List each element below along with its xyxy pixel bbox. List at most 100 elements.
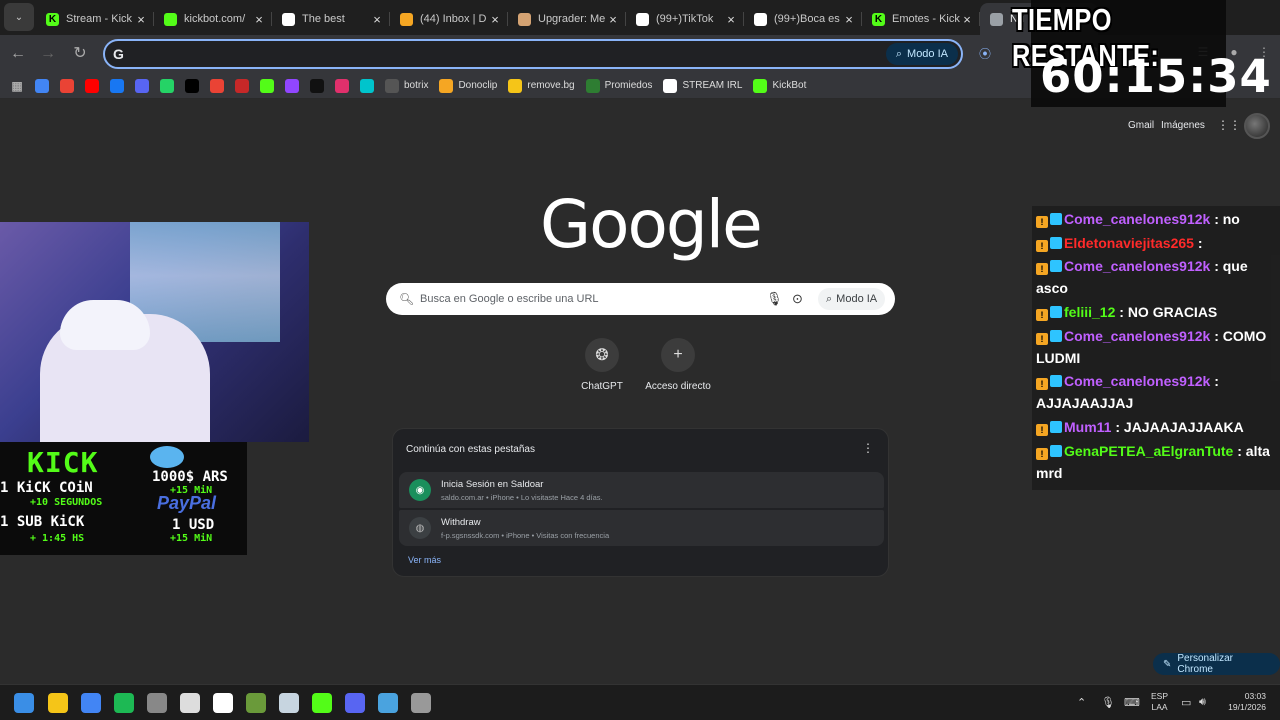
- images-link[interactable]: Imágenes: [1161, 120, 1205, 131]
- bookmark-item[interactable]: KickBot: [753, 78, 806, 93]
- cube-icon[interactable]: [411, 693, 431, 713]
- system-clock[interactable]: 03:03 19/1/2026: [1224, 691, 1266, 713]
- chat-text: : NO GRACIAS: [1115, 304, 1218, 321]
- badge-icon: !: [1036, 216, 1048, 228]
- bookmark-item[interactable]: [235, 78, 249, 93]
- bookmark-item[interactable]: [160, 78, 174, 93]
- close-icon[interactable]: ×: [606, 12, 620, 27]
- kick-icon[interactable]: [312, 693, 332, 713]
- shortcut-chatgpt[interactable]: ❂ ChatGPT: [562, 338, 642, 392]
- spotify-icon[interactable]: [114, 693, 134, 713]
- obs-icon[interactable]: [180, 693, 200, 713]
- grid-icon: ▦: [11, 78, 23, 93]
- tab-item[interactable]: K Emotes - Kick ×: [862, 3, 980, 35]
- windows-icon[interactable]: [14, 693, 34, 713]
- clock-time: 03:03: [1244, 691, 1266, 701]
- minecraft-icon[interactable]: [246, 693, 266, 713]
- tab-title: Stream - Kick: [66, 13, 133, 25]
- modo-ia-label: Modo IA: [907, 48, 948, 60]
- bookmark-item[interactable]: [35, 78, 49, 93]
- bookmark-item[interactable]: remove.bg: [508, 78, 575, 93]
- continue-item-saldoar[interactable]: ◉ Inicia Sesión en Saldoar saldo.com.ar …: [399, 472, 884, 508]
- microphone-icon[interactable]: 🎙︎: [766, 291, 783, 307]
- gmail-link[interactable]: Gmail: [1128, 120, 1154, 131]
- photos-icon[interactable]: [378, 693, 398, 713]
- bookmark-item[interactable]: [260, 78, 274, 93]
- kick-icon: K: [46, 12, 59, 26]
- bookmark-label: Promiedos: [604, 80, 653, 91]
- chat-username: Mum11: [1064, 419, 1112, 436]
- reload-button[interactable]: ↻: [70, 44, 90, 64]
- bookmark-item[interactable]: botrix: [385, 78, 429, 93]
- badge-icon: [1050, 375, 1062, 388]
- search-box[interactable]: 🔍︎ 🎙︎ ⊙ ⌕ Modo IA: [386, 283, 895, 315]
- tf-icon[interactable]: [213, 693, 233, 713]
- close-icon[interactable]: ×: [134, 12, 148, 27]
- forward-button[interactable]: →: [38, 44, 58, 64]
- bookmark-item[interactable]: [135, 78, 149, 93]
- tab-item[interactable]: The best ×: [272, 3, 390, 35]
- close-icon[interactable]: ×: [960, 12, 974, 27]
- chat-text: : no: [1210, 211, 1240, 227]
- folder-icon[interactable]: [48, 693, 68, 713]
- bookmark-label: botrix: [404, 80, 429, 91]
- bookmark-item[interactable]: [60, 78, 74, 93]
- tab-item[interactable]: (44) Inbox | D ×: [390, 3, 508, 35]
- chat-message: ! Come_canelones912k : que asco: [1036, 255, 1276, 299]
- shortcut-add[interactable]: + Acceso directo: [638, 338, 718, 392]
- close-icon[interactable]: ×: [724, 12, 738, 27]
- more-options-icon[interactable]: ⋮: [862, 441, 874, 455]
- microphone-icon[interactable]: 🎙︎: [1101, 696, 1115, 709]
- bookmark-item[interactable]: Promiedos: [585, 78, 653, 93]
- volume-icon[interactable]: 🔊︎: [1199, 696, 1206, 709]
- usd-bonus: +15 MiN: [170, 533, 213, 544]
- tab-item[interactable]: (99+)Boca es ×: [744, 3, 862, 35]
- whatsapp-icon: [160, 78, 174, 93]
- tiktok-icon: [754, 12, 767, 26]
- bookmark-item[interactable]: STREAM IRL: [663, 78, 742, 93]
- tab-item[interactable]: K Stream - Kick ×: [36, 3, 154, 35]
- bookmark-item[interactable]: [110, 78, 124, 93]
- tab-item[interactable]: kickbot.com/ ×: [154, 3, 272, 35]
- tab-item[interactable]: (99+)TikTok ×: [626, 3, 744, 35]
- profile-avatar[interactable]: [1244, 113, 1270, 139]
- bookmark-item[interactable]: [210, 78, 224, 93]
- discord-icon[interactable]: [345, 693, 365, 713]
- customize-chrome-button[interactable]: ✎ Personalizar Chrome: [1153, 653, 1280, 675]
- lens-icon[interactable]: ⊙: [792, 291, 803, 307]
- language-indicator[interactable]: ESP LAA: [1151, 691, 1168, 713]
- address-bar[interactable]: G ⌕ Modo IA: [103, 39, 963, 69]
- network-icon[interactable]: ▭: [1181, 696, 1191, 709]
- bookmark-item[interactable]: [285, 78, 299, 93]
- bookmark-item[interactable]: [360, 78, 374, 93]
- bookmark-item[interactable]: [85, 78, 99, 93]
- modo-ia-search-button[interactable]: ⌕ Modo IA: [818, 288, 886, 310]
- bookmark-item[interactable]: [335, 78, 349, 93]
- apps-bookmark[interactable]: ▦: [10, 79, 24, 93]
- continue-item-withdraw[interactable]: ◍ Withdraw f-p.sgsnssdk.com • iPhone • V…: [399, 510, 884, 546]
- app-icon[interactable]: [147, 693, 167, 713]
- close-icon[interactable]: ×: [252, 12, 266, 27]
- close-icon[interactable]: ×: [370, 12, 384, 27]
- close-icon[interactable]: ×: [488, 12, 502, 27]
- bookmark-item[interactable]: [310, 78, 324, 93]
- see-more-link[interactable]: Ver más: [408, 555, 441, 565]
- close-icon[interactable]: ×: [842, 12, 856, 27]
- chevron-up-icon[interactable]: ⌃: [1077, 696, 1086, 709]
- steam-icon[interactable]: [279, 693, 299, 713]
- extension-icon[interactable]: ⦿: [977, 45, 993, 61]
- google-apps-icon[interactable]: ⋮⋮⋮: [1217, 118, 1253, 132]
- tab-item[interactable]: Upgrader: Me ×: [508, 3, 626, 35]
- chrome-icon[interactable]: [81, 693, 101, 713]
- chat-text: :: [1193, 234, 1203, 251]
- back-button[interactable]: ←: [8, 44, 28, 64]
- bookmark-item[interactable]: Donoclip: [439, 78, 497, 93]
- keyboard-icon[interactable]: ⌨: [1124, 696, 1140, 709]
- canva-icon: [360, 78, 374, 93]
- badge-icon: !: [1036, 239, 1048, 252]
- search-input[interactable]: [420, 283, 750, 315]
- bookmark-item[interactable]: [185, 78, 199, 93]
- tab-title: The best: [302, 13, 345, 25]
- tab-search-button[interactable]: ⌄: [4, 3, 34, 31]
- modo-ia-button[interactable]: ⌕ Modo IA: [885, 43, 958, 65]
